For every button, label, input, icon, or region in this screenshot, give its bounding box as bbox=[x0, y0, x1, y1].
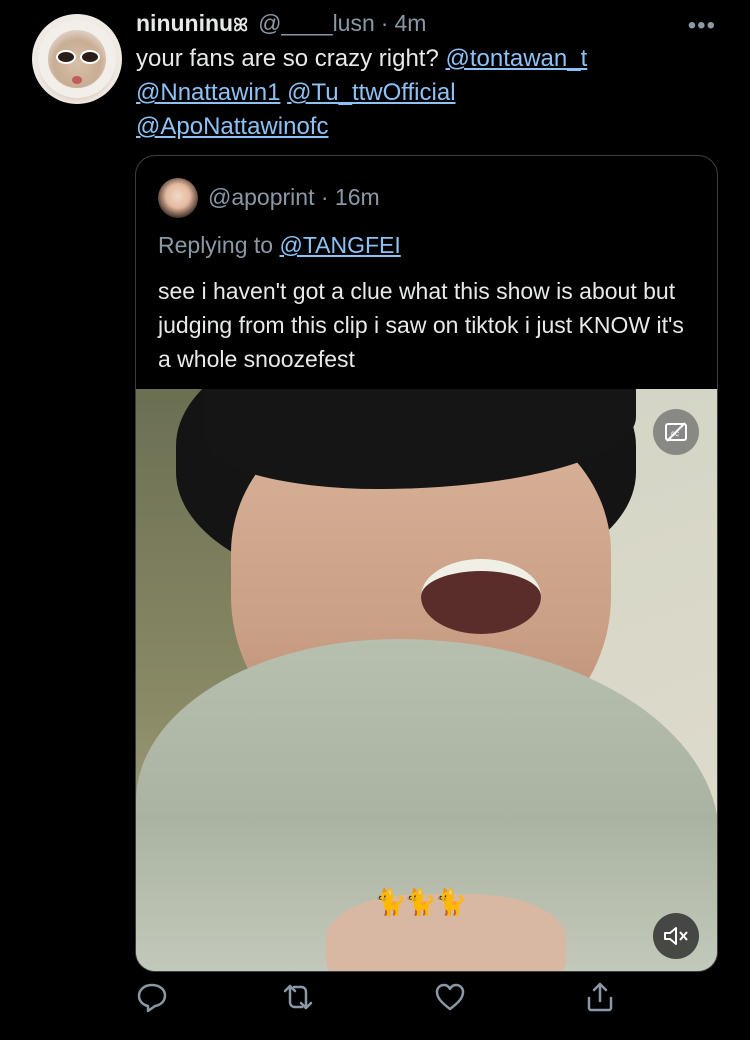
avatar-eye-right bbox=[80, 50, 100, 64]
header-separator: · bbox=[380, 10, 389, 36]
author-handle[interactable]: @____lusn bbox=[258, 10, 375, 37]
quoted-avatar[interactable] bbox=[158, 178, 198, 218]
video-caption-emojis: 🐈🐈🐈 bbox=[374, 887, 467, 917]
tweet-text-intro: your fans are so crazy right? bbox=[136, 45, 446, 72]
user-avatar[interactable] bbox=[32, 14, 122, 104]
tweet-text: your fans are so crazy right? @tontawan_… bbox=[136, 42, 716, 144]
avatar-mouth bbox=[72, 76, 82, 84]
retweet-button[interactable] bbox=[281, 980, 321, 1020]
quoted-separator: · bbox=[320, 184, 329, 210]
quoted-tweet[interactable]: @apoprint · 16m Replying to @TANGFEI see… bbox=[135, 155, 718, 972]
mention-link[interactable]: @ApoNattawinofc bbox=[136, 113, 328, 140]
mention-link[interactable]: @tontawan_t bbox=[445, 45, 587, 72]
share-icon bbox=[587, 982, 613, 1012]
tweet-actions bbox=[135, 980, 635, 1024]
video-mouth bbox=[421, 559, 541, 634]
avatar-eye-left bbox=[56, 50, 76, 64]
replying-to: Replying to @TANGFEI bbox=[158, 232, 401, 259]
quoted-header: @apoprint · 16m bbox=[208, 184, 380, 211]
mention-link[interactable]: @Tu_ttwOfficial bbox=[287, 79, 455, 106]
reply-button[interactable] bbox=[135, 980, 175, 1020]
quoted-time[interactable]: 16m bbox=[335, 184, 380, 210]
avatar-hood bbox=[38, 20, 116, 98]
like-button[interactable] bbox=[433, 980, 473, 1020]
closed-captions-off-icon: cc bbox=[665, 422, 687, 442]
quoted-text: see i haven't got a clue what this show … bbox=[158, 278, 684, 372]
closed-captions-button[interactable]: cc bbox=[653, 409, 699, 455]
more-options-icon[interactable]: ••• bbox=[688, 12, 716, 40]
tweet-header: ninuninuꕤ @____lusn · 4m bbox=[136, 10, 426, 37]
mute-button[interactable] bbox=[653, 913, 699, 959]
retweet-icon bbox=[283, 984, 313, 1010]
quoted-handle[interactable]: @apoprint bbox=[208, 184, 314, 210]
author-name[interactable]: ninuninuꕤ bbox=[136, 10, 248, 37]
replying-to-link[interactable]: @TANGFEI bbox=[279, 232, 400, 258]
tweet-time[interactable]: 4m bbox=[394, 10, 426, 37]
like-icon bbox=[435, 983, 465, 1011]
reply-icon bbox=[137, 983, 167, 1013]
speaker-muted-icon bbox=[664, 927, 688, 945]
share-button[interactable] bbox=[583, 980, 623, 1020]
video-media[interactable]: 🐈🐈🐈 cc bbox=[136, 389, 717, 971]
replying-prefix: Replying to bbox=[158, 232, 280, 258]
mention-link[interactable]: @Nnattawin1 bbox=[136, 79, 280, 106]
